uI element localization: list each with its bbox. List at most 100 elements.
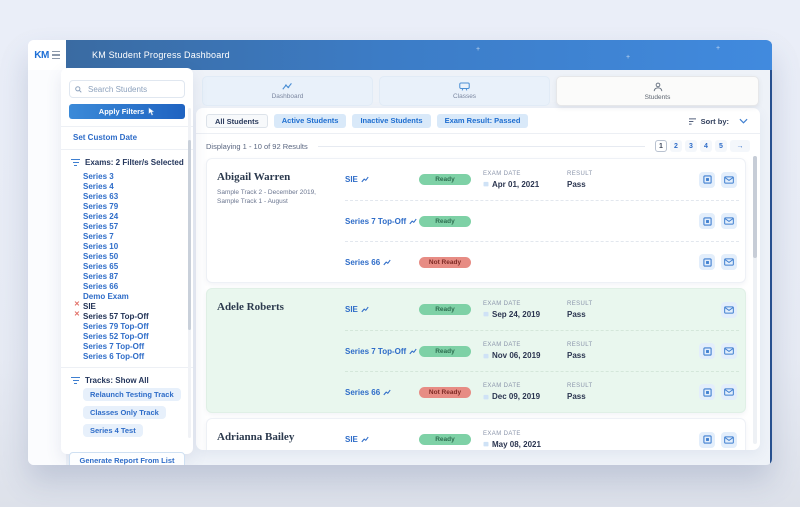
exam-date-block: EXAM DATE May 08, 2021 bbox=[483, 431, 567, 449]
exam-filter-item[interactable]: Series 24 bbox=[83, 210, 193, 220]
trend-up-icon bbox=[383, 389, 391, 396]
student-tracks: Sample Track 2 - December 2019, Sample T… bbox=[217, 188, 327, 206]
report-icon bbox=[703, 175, 712, 184]
email-button[interactable] bbox=[721, 213, 737, 229]
search-input[interactable] bbox=[86, 84, 179, 95]
sidebar: Apply Filters Set Custom Date Exams: 2 F… bbox=[61, 68, 193, 454]
row-actions bbox=[699, 213, 739, 229]
list-scrollbar-thumb[interactable] bbox=[753, 156, 757, 258]
student-name-column: Adrianna Bailey bbox=[217, 419, 345, 450]
filter-icon bbox=[71, 159, 80, 166]
tab-students[interactable]: Students bbox=[556, 76, 759, 106]
exams-section-header: Exams: 2 Filter/s Selected bbox=[71, 158, 193, 167]
exam-link[interactable]: Series 7 Top-Off bbox=[345, 347, 419, 356]
report-button[interactable] bbox=[699, 254, 715, 270]
email-icon bbox=[724, 306, 734, 314]
exam-filter-item[interactable]: Series 50 bbox=[83, 250, 193, 260]
report-icon bbox=[703, 258, 712, 267]
main-tabs: Dashboard Classes Students bbox=[202, 76, 759, 106]
exam-filter-item-selected[interactable]: ✕ Series 57 Top-Off bbox=[83, 310, 193, 320]
exam-filter-item[interactable]: Series 79 Top-Off bbox=[83, 320, 193, 330]
report-button[interactable] bbox=[699, 213, 715, 229]
exam-filter-item[interactable]: Demo Exam bbox=[83, 290, 193, 300]
student-name: Adrianna Bailey bbox=[217, 431, 345, 443]
result-block: RESULT Pass bbox=[567, 342, 637, 360]
exam-filter-item[interactable]: Series 57 bbox=[83, 220, 193, 230]
set-custom-date-link[interactable]: Set Custom Date bbox=[73, 133, 193, 142]
exam-filter-item[interactable]: Series 66 bbox=[83, 280, 193, 290]
next-page-button[interactable]: → bbox=[730, 140, 750, 152]
tab-dashboard[interactable]: Dashboard bbox=[202, 76, 373, 106]
email-button[interactable] bbox=[721, 384, 737, 400]
track-filter-button[interactable]: Classes Only Track bbox=[83, 406, 166, 419]
exam-filter-item[interactable]: Series 3 bbox=[83, 170, 193, 180]
chip-inactive-students[interactable]: Inactive Students bbox=[352, 114, 430, 128]
exam-rows: SIE Ready EXAM DATE Apr 01, 2021 bbox=[345, 159, 739, 282]
exam-filter-item[interactable]: Series 7 Top-Off bbox=[83, 340, 193, 350]
exam-link[interactable]: SIE bbox=[345, 175, 419, 184]
chip-active-students[interactable]: Active Students bbox=[274, 114, 347, 128]
row-actions bbox=[699, 384, 739, 400]
logo-strip: KM bbox=[28, 40, 66, 70]
track-filter-button[interactable]: Relaunch Testing Track bbox=[83, 388, 181, 401]
chip-all-students[interactable]: All Students bbox=[206, 114, 268, 128]
report-icon bbox=[703, 217, 712, 226]
exam-date-block: EXAM DATE Apr 01, 2021 bbox=[483, 171, 567, 189]
apply-filters-button[interactable]: Apply Filters bbox=[69, 104, 185, 119]
exam-filter-item[interactable]: Series 65 bbox=[83, 260, 193, 270]
exam-link[interactable]: Series 7 Top-Off bbox=[345, 217, 419, 226]
exam-link[interactable]: SIE bbox=[345, 435, 419, 444]
report-button[interactable] bbox=[699, 343, 715, 359]
exam-link[interactable]: Series 66 bbox=[345, 388, 419, 397]
student-card-highlighted: Adele Roberts SIE Ready EXAM DATE bbox=[206, 288, 746, 413]
page-button-4[interactable]: 4 bbox=[700, 140, 712, 152]
report-button[interactable] bbox=[699, 384, 715, 400]
exam-row: Series 7 Top-Off Ready bbox=[345, 200, 739, 241]
sort-by-control[interactable]: Sort by: bbox=[688, 117, 729, 126]
track-filter-button[interactable]: Series 4 Test bbox=[83, 424, 143, 437]
exam-filter-item[interactable]: Series 7 bbox=[83, 230, 193, 240]
exam-filter-item[interactable]: Series 79 bbox=[83, 200, 193, 210]
exam-filter-item[interactable]: Series 6 Top-Off bbox=[83, 350, 193, 360]
page-button-2[interactable]: 2 bbox=[670, 140, 682, 152]
email-icon bbox=[724, 176, 734, 184]
email-button[interactable] bbox=[721, 343, 737, 359]
exam-date-block: EXAM DATE Nov 06, 2019 bbox=[483, 342, 567, 360]
remove-filter-icon[interactable]: ✕ bbox=[74, 300, 80, 310]
exam-filter-item[interactable]: Series 87 bbox=[83, 270, 193, 280]
exam-filter-item[interactable]: Series 63 bbox=[83, 190, 193, 200]
report-button[interactable] bbox=[699, 172, 715, 188]
exam-link[interactable]: Series 66 bbox=[345, 258, 419, 267]
chevron-down-icon[interactable] bbox=[739, 118, 748, 124]
chip-exam-result-passed[interactable]: Exam Result: Passed bbox=[437, 114, 529, 128]
exam-filter-item-selected[interactable]: ✕ SIE bbox=[83, 300, 193, 310]
email-button[interactable] bbox=[721, 254, 737, 270]
exam-filter-item[interactable]: Series 4 bbox=[83, 180, 193, 190]
status-badge: Not Ready bbox=[419, 257, 471, 268]
trend-up-icon bbox=[383, 259, 391, 266]
page-button-3[interactable]: 3 bbox=[685, 140, 697, 152]
sidebar-scrollbar-thumb[interactable] bbox=[188, 140, 191, 330]
generate-report-button[interactable]: Generate Report From List bbox=[69, 452, 185, 465]
page-button-1[interactable]: 1 bbox=[655, 140, 667, 152]
remove-filter-icon[interactable]: ✕ bbox=[74, 310, 80, 320]
student-search[interactable] bbox=[69, 80, 185, 98]
email-button[interactable] bbox=[721, 302, 737, 318]
email-button[interactable] bbox=[721, 432, 737, 448]
report-button[interactable] bbox=[699, 432, 715, 448]
exam-filter-item[interactable]: Series 52 Top-Off bbox=[83, 330, 193, 340]
student-list: Abigail Warren Sample Track 2 - December… bbox=[196, 156, 760, 450]
page-button-5[interactable]: 5 bbox=[715, 140, 727, 152]
exam-link[interactable]: SIE bbox=[345, 305, 419, 314]
tab-classes[interactable]: Classes bbox=[379, 76, 550, 106]
exam-rows: SIE Ready EXAM DATE Sep 24, 2019 bbox=[345, 289, 739, 412]
km-logo: KM bbox=[34, 50, 49, 61]
email-button[interactable] bbox=[721, 172, 737, 188]
students-panel: All Students Active Students Inactive St… bbox=[196, 108, 760, 450]
email-icon bbox=[724, 217, 734, 225]
result-block: RESULT Pass bbox=[567, 171, 637, 189]
hamburger-menu-icon[interactable] bbox=[52, 51, 60, 59]
student-name: Adele Roberts bbox=[217, 301, 345, 313]
report-icon bbox=[703, 347, 712, 356]
exam-filter-item[interactable]: Series 10 bbox=[83, 240, 193, 250]
